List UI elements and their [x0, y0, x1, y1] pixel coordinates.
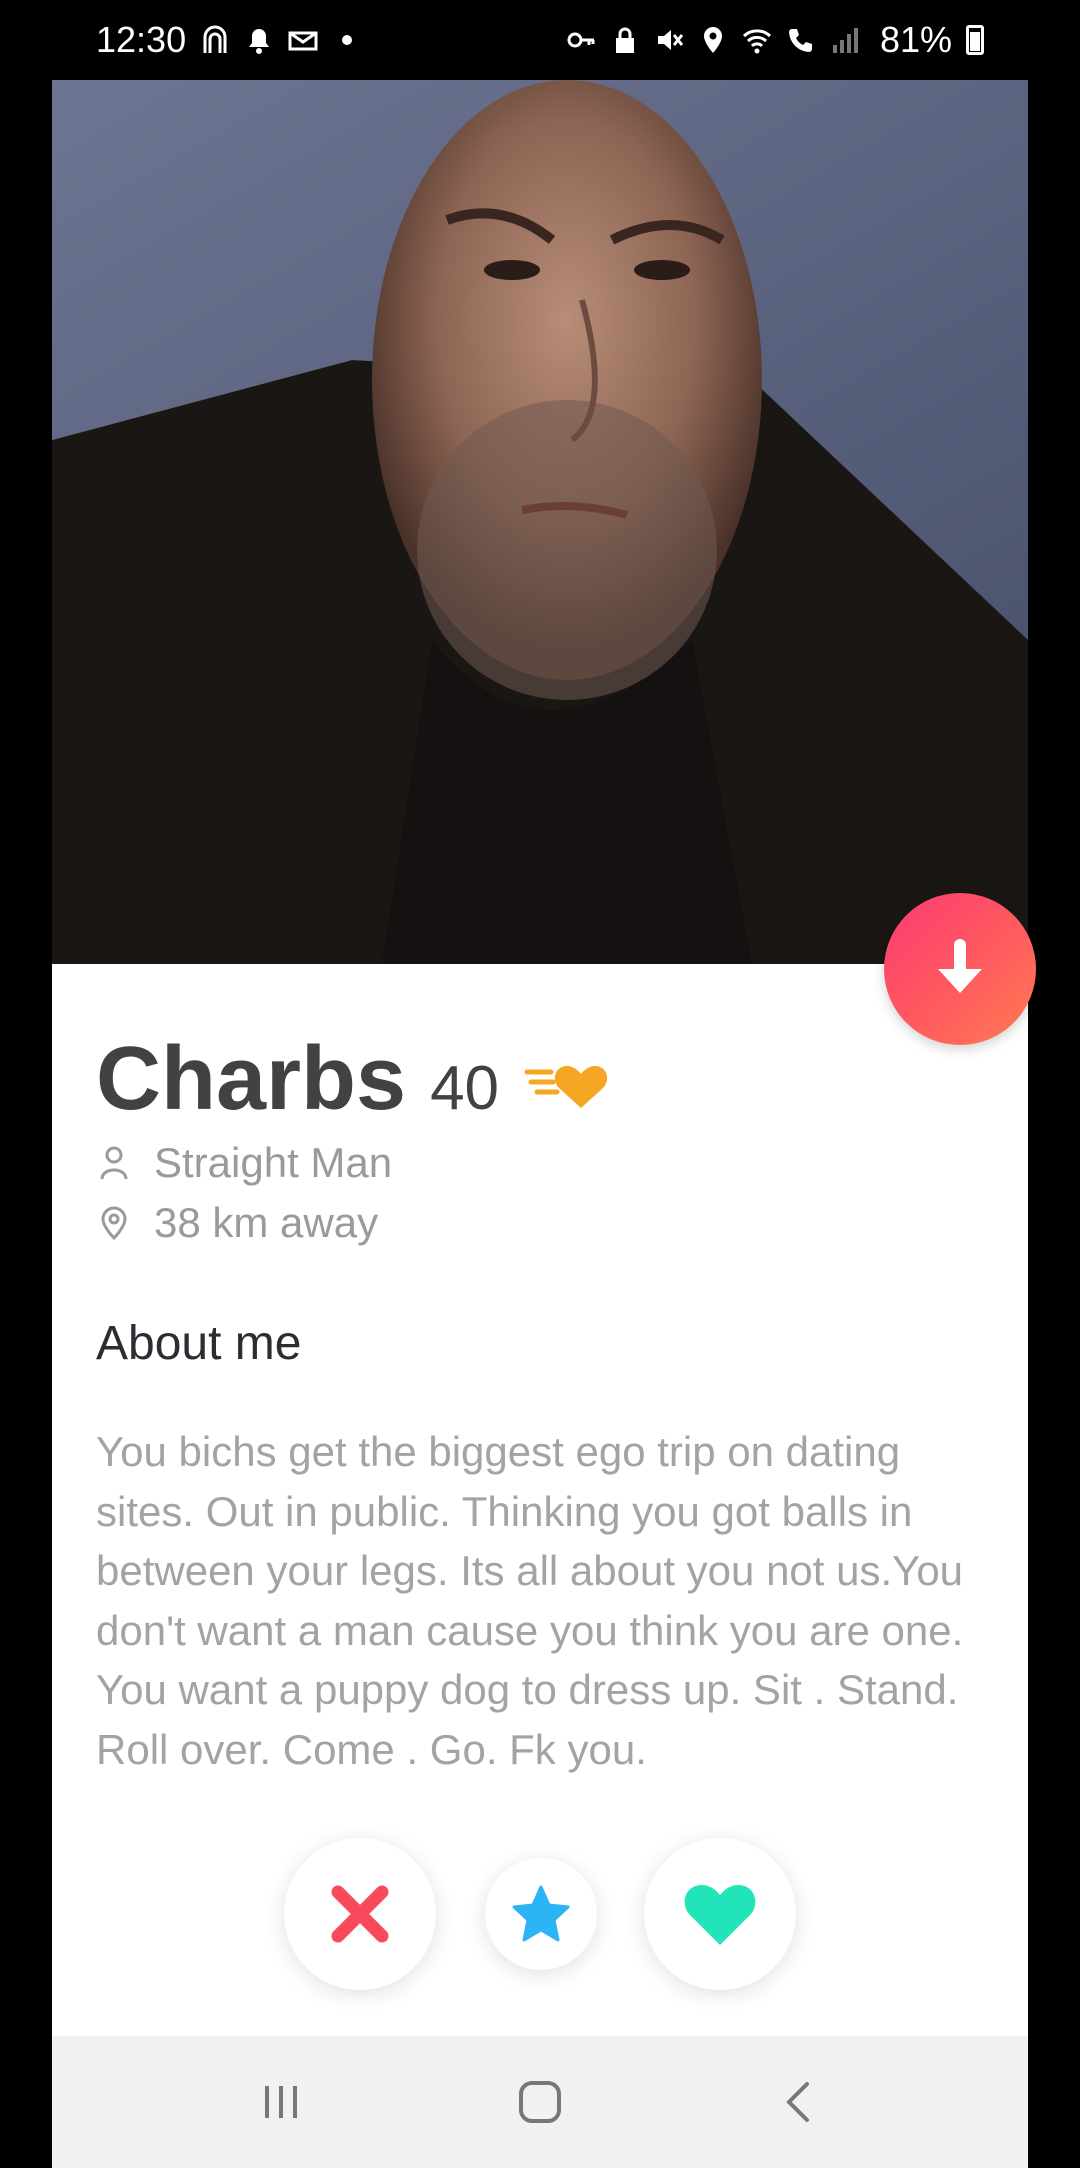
profile-name: Charbs	[96, 1029, 407, 1129]
home-icon	[518, 2081, 561, 2123]
recents-button[interactable]	[241, 2072, 321, 2132]
nope-button[interactable]	[284, 1838, 436, 1990]
home-button[interactable]	[500, 2072, 580, 2132]
location-icon	[703, 27, 722, 53]
battery-percent: 81%	[879, 19, 952, 60]
name-row: Charbs 40	[96, 1028, 611, 1131]
screen: 12:30 81% Charbs 40 Straight Man 38 km a…	[0, 0, 1080, 2168]
passport-heart-icon	[524, 1065, 608, 1108]
system-nav-bar	[52, 2036, 1028, 2168]
super-like-button[interactable]	[485, 1858, 597, 1970]
key-icon	[567, 32, 595, 48]
call-icon	[788, 29, 812, 52]
location-pin-icon	[101, 1206, 127, 1241]
back-button[interactable]	[759, 2072, 839, 2132]
about-title: About me	[96, 1317, 302, 1370]
lock-icon	[615, 27, 634, 53]
distance-row: 38 km away	[96, 1199, 378, 1247]
wifi-icon	[742, 29, 771, 54]
distance-text: 38 km away	[154, 1199, 379, 1246]
status-bar: 12:30 81%	[0, 0, 1080, 80]
like-button[interactable]	[644, 1838, 796, 1990]
gender-text: Straight Man	[154, 1139, 393, 1186]
about-text: You bichs get the biggest ego trip on da…	[96, 1428, 964, 1773]
heart-icon	[684, 1885, 756, 1945]
app-icon	[203, 25, 227, 53]
bell-icon	[249, 29, 270, 54]
dot-icon	[342, 35, 353, 45]
signal-icon	[832, 28, 858, 53]
person-icon	[100, 1146, 128, 1180]
profile-photo[interactable]	[52, 80, 1028, 964]
mute-icon	[657, 30, 684, 50]
mail-icon	[288, 31, 318, 51]
gender-row: Straight Man	[96, 1139, 392, 1187]
back-icon	[785, 2082, 809, 2122]
star-icon	[512, 1885, 570, 1942]
profile-age: 40	[430, 1054, 500, 1123]
arrow-down-icon	[938, 939, 982, 993]
collapse-profile-button[interactable]	[884, 893, 1036, 1045]
close-icon	[331, 1885, 389, 1943]
status-time: 12:30	[96, 19, 187, 60]
battery-icon	[966, 25, 984, 55]
profile-photo-image	[52, 80, 1028, 964]
recents-icon	[265, 2086, 298, 2118]
